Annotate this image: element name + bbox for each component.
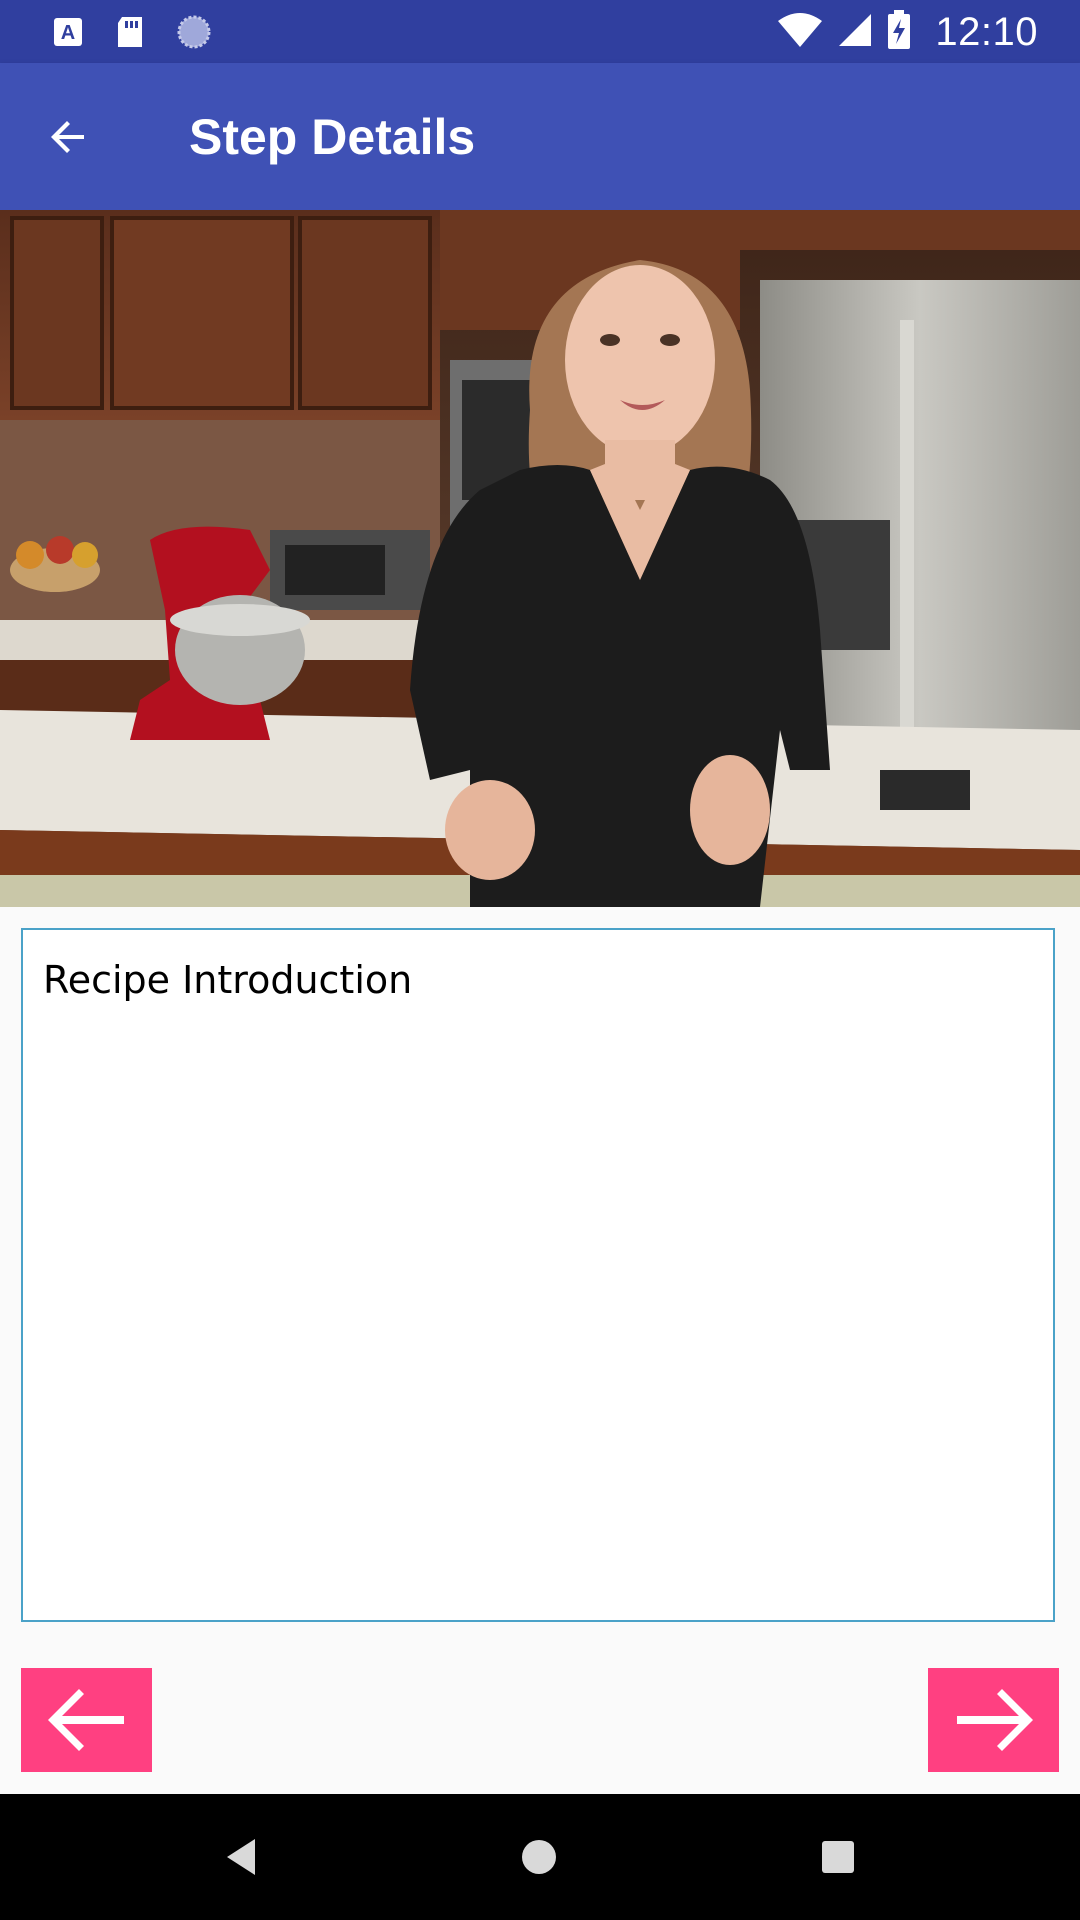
app-bar: Step Details	[0, 63, 1080, 210]
cell-signal-icon	[837, 12, 873, 53]
notification-icons: A	[52, 14, 212, 55]
system-back-button[interactable]	[208, 1824, 274, 1890]
svg-text:A: A	[61, 22, 75, 44]
arrow-right-icon	[956, 1689, 1033, 1751]
font-a-icon: A	[52, 16, 84, 53]
back-button[interactable]	[36, 105, 100, 169]
battery-charging-icon	[887, 9, 911, 55]
recents-square-icon	[822, 1841, 854, 1873]
wifi-icon	[777, 11, 823, 54]
arrow-back-icon	[51, 121, 84, 153]
system-status-icons: 12:10	[777, 8, 1038, 56]
previous-step-button[interactable]	[21, 1668, 152, 1772]
status-time: 12:10	[935, 9, 1038, 54]
sd-card-icon	[114, 15, 146, 54]
step-video-player[interactable]	[0, 210, 1080, 907]
kitchen-presenter-image	[0, 210, 1080, 907]
arrow-left-icon	[47, 1689, 124, 1751]
step-description-card: Recipe Introduction	[21, 928, 1055, 1622]
home-circle-icon	[522, 1840, 556, 1874]
system-navigation-bar	[0, 1794, 1080, 1920]
next-step-button[interactable]	[928, 1668, 1059, 1772]
back-triangle-icon	[227, 1839, 255, 1875]
status-bar: A 12:10	[0, 0, 1080, 63]
sync-progress-icon	[176, 14, 212, 55]
system-recents-button[interactable]	[805, 1824, 871, 1890]
page-title: Step Details	[189, 109, 476, 165]
step-description: Recipe Introduction	[43, 958, 413, 1002]
system-home-button[interactable]	[506, 1824, 572, 1890]
